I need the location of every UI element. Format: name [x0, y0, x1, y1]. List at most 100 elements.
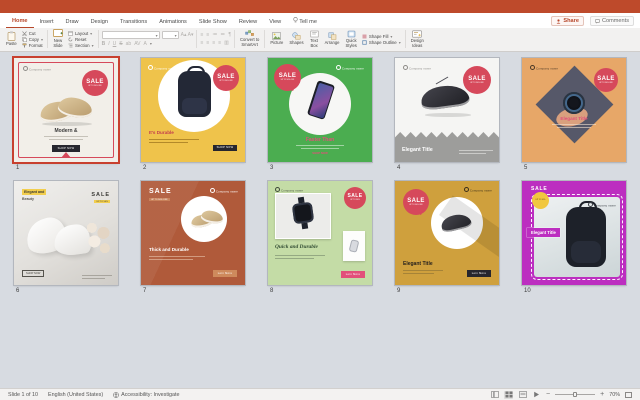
slide-thumbnail-8[interactable]: Company name SALEUP TO 50% Quick and Dur… — [268, 181, 372, 285]
slide-thumbnail-6[interactable]: Elegant and Beauty SALE UP TO 50% SHOP N… — [14, 181, 118, 285]
list-indent-buttons[interactable]: ≡≡≔≕¶ — [200, 32, 231, 38]
slide-sorter-view-button[interactable] — [504, 391, 513, 399]
slide-title: Elegant Title — [402, 147, 433, 153]
slide-title: Elegant Title — [527, 228, 560, 237]
sale-text: SALE — [531, 186, 548, 192]
quick-styles-icon — [347, 30, 356, 38]
cut-button[interactable]: Cut — [21, 31, 44, 36]
grow-shrink-font-buttons[interactable]: A▴ A▾ — [181, 32, 194, 38]
shop-now-button: SHOP NOW — [213, 145, 237, 152]
tab-animations[interactable]: Animations — [153, 17, 193, 28]
picture-icon — [272, 32, 281, 40]
clipboard-group: Paste Cut Copy▾ Format — [4, 29, 44, 49]
picture-button[interactable]: Picture — [268, 29, 285, 49]
tab-tell-me[interactable]: Tell me — [287, 15, 323, 28]
backpack-photo: Company name — [534, 197, 620, 277]
slide-title: Elegant Title — [403, 261, 433, 267]
font-name-select[interactable]: ▾ — [102, 31, 160, 39]
zoom-out-button[interactable]: − — [546, 392, 550, 398]
shape-fill-icon — [362, 34, 367, 39]
powerpoint-window: Home Insert Draw Design Transitions Anim… — [0, 0, 640, 400]
font-group: ▾ ▾ A▴ A▾ BIUSabAVA▾ — [102, 29, 194, 49]
section-button[interactable]: Section▾ — [67, 43, 95, 48]
tab-draw[interactable]: Draw — [60, 17, 85, 28]
tab-transitions[interactable]: Transitions — [114, 17, 153, 28]
brand-logo: Company name — [336, 65, 364, 71]
tab-slide-show[interactable]: Slide Show — [193, 17, 233, 28]
slide-title: Quick and Durable — [275, 244, 318, 250]
slide-thumbnail-1[interactable]: Company name SALEUP TO 50% OFF Modern & … — [14, 58, 118, 162]
shape-fill-button[interactable]: Shape Fill▾ — [361, 34, 402, 39]
layout-button[interactable]: Layout▾ — [67, 31, 95, 36]
slide-show-button[interactable] — [532, 391, 541, 399]
reset-button[interactable]: Reset — [67, 37, 95, 42]
slide-thumbnail-2[interactable]: Company name SALEUP TO 50% OFF It's Dura… — [141, 58, 245, 162]
slide-title: Elegant and — [22, 189, 46, 195]
slide-thumbnail-5[interactable]: Company name SALEUP TO 50% OFF Elegant T… — [522, 58, 626, 162]
lightbulb-icon — [293, 17, 298, 23]
drawing-group: Picture Shapes Text Box Arrange Quick St… — [268, 29, 401, 49]
tab-view[interactable]: View — [263, 17, 287, 28]
product-backpack-image — [178, 71, 211, 117]
fit-to-window-button[interactable] — [625, 392, 632, 398]
sale-text: SALE — [149, 188, 172, 195]
normal-view-button[interactable] — [490, 391, 499, 399]
format-painter-button[interactable]: Format — [21, 43, 44, 48]
slide-number: 7 — [143, 288, 146, 294]
slide-number: 4 — [397, 165, 400, 171]
sale-badge: SALEUP TO 50% — [344, 187, 366, 209]
ribbon-tab-bar: Home Insert Draw Design Transitions Anim… — [0, 13, 640, 28]
language-status[interactable]: English (United States) — [48, 392, 103, 398]
brand-logo: Company name — [530, 65, 558, 71]
arrange-icon — [328, 32, 337, 40]
slide-title: It's Durable — [149, 130, 174, 135]
brand-logo: Company name — [210, 188, 238, 194]
slide-thumbnail-3[interactable]: SALEUP TO 50% OFF Company name Faster Th… — [268, 58, 372, 162]
slide-thumbnail-10[interactable]: Company name UP TO 50% SALE Elegant Titl… — [522, 181, 626, 285]
status-bar: Slide 1 of 10 English (United States) Ac… — [0, 388, 640, 400]
slide-thumbnail-4[interactable]: Company name SALEUP TO 50% OFF Elegant T… — [395, 58, 499, 162]
brand-logo: Company name — [403, 65, 431, 71]
brand-logo: Company name — [148, 65, 176, 71]
copy-button[interactable]: Copy▾ — [21, 37, 44, 42]
arrange-button[interactable]: Arrange — [323, 29, 342, 49]
quick-styles-button[interactable]: Quick Styles — [343, 29, 358, 49]
convert-to-smartart-button[interactable]: Convert to SmartArt — [238, 29, 261, 49]
zoom-slider[interactable] — [555, 394, 595, 395]
slide-title: Thick and Durable — [149, 247, 189, 252]
watch-photo-small — [343, 231, 365, 261]
slide-thumbnail-7[interactable]: SALE UP TO 50% OFF Company name Thick an… — [141, 181, 245, 285]
design-ideas-button[interactable]: Design Ideas — [409, 29, 426, 49]
align-buttons[interactable]: ≡≡≡≡▥ — [200, 40, 231, 46]
slides-group: New Slide Layout▾ Reset Section▾ — [51, 29, 95, 49]
new-slide-button[interactable]: New Slide — [51, 29, 65, 49]
slide-number: 2 — [143, 165, 146, 171]
tab-design[interactable]: Design — [85, 17, 114, 28]
product-shadow — [42, 122, 92, 126]
tab-insert[interactable]: Insert — [34, 17, 60, 28]
font-size-select[interactable]: ▾ — [162, 31, 179, 39]
accessibility-status[interactable]: Accessibility: Investigate — [113, 392, 179, 398]
font-style-buttons[interactable]: BIUSabAVA▾ — [102, 41, 194, 47]
zoom-level[interactable]: 70% — [609, 392, 620, 398]
reading-view-button[interactable] — [518, 391, 527, 399]
comments-button[interactable]: Comments — [590, 16, 634, 26]
zoom-in-button[interactable]: + — [600, 392, 604, 398]
zoom-slider-handle[interactable] — [573, 392, 577, 397]
tab-home[interactable]: Home — [6, 16, 34, 28]
sale-badge: SALEUP TO 50% OFF — [594, 68, 618, 92]
slide-sorter-canvas[interactable]: Company name SALEUP TO 50% OFF Modern & … — [0, 52, 640, 388]
layout-icon — [68, 31, 73, 36]
tab-review[interactable]: Review — [233, 17, 263, 28]
shape-outline-button[interactable]: Shape Outline▾ — [361, 40, 402, 45]
slide-number: 5 — [524, 165, 527, 171]
paste-button[interactable]: Paste — [4, 29, 19, 49]
share-button[interactable]: Share — [551, 16, 584, 26]
ribbon-commands: Paste Cut Copy▾ Format — [0, 28, 640, 52]
frame-tail — [61, 152, 71, 158]
text-box-button[interactable]: Text Box — [308, 29, 321, 49]
slide-title: Elegant Title — [522, 116, 626, 121]
shapes-button[interactable]: Shapes — [287, 29, 305, 49]
slide-thumbnail-9[interactable]: SALEUP TO 50% OFF Company name Elegant T… — [395, 181, 499, 285]
comment-bubble-icon — [595, 19, 600, 24]
